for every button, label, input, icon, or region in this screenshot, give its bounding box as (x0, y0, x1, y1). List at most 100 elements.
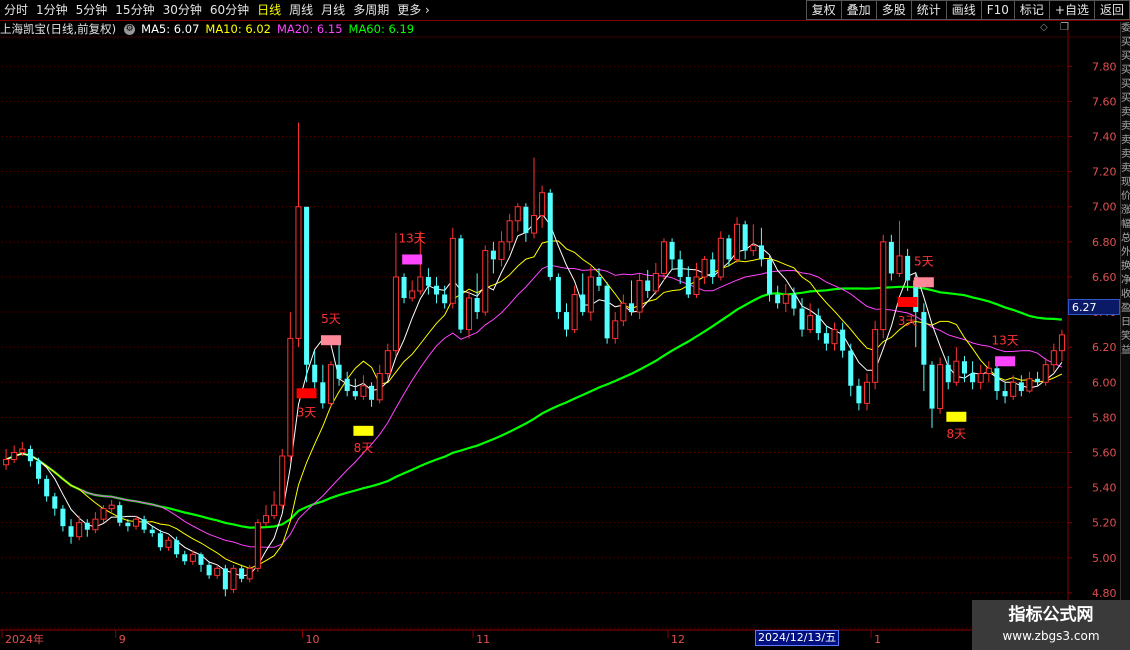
candle-body (571, 294, 578, 331)
candle-body (896, 255, 903, 274)
signal-marker-label: 3天 (297, 405, 317, 419)
tool-button-7[interactable]: +自选 (1048, 0, 1095, 20)
period-tab-9[interactable]: 多周期 (349, 0, 393, 20)
window-restore-icon[interactable]: ❐ (1060, 22, 1069, 33)
candle-body (206, 564, 212, 576)
signal-marker-label: 13天 (399, 231, 426, 245)
candle (685, 266, 691, 299)
kline-chart[interactable]: 3天5天8天13天3天5天8天13天 4.604.805.005.205.405… (0, 0, 1130, 650)
candle (384, 343, 391, 379)
signal-marker: 13天 (399, 231, 426, 265)
candle (157, 529, 163, 551)
tool-button-5[interactable]: F10 (980, 0, 1015, 20)
candle-body (977, 372, 984, 383)
candle-body (376, 372, 383, 401)
candle (352, 378, 358, 400)
candle-body (848, 350, 854, 386)
candle (872, 320, 879, 390)
signal-marker-box (946, 411, 967, 422)
candle-body (620, 302, 627, 322)
candle-body (401, 276, 407, 299)
candle (230, 564, 237, 593)
candle-body (717, 237, 724, 278)
period-tab-6[interactable]: 日线 (253, 0, 285, 20)
period-tab-10[interactable]: 更多 › (393, 0, 434, 20)
side-strip-char: 现 (1121, 177, 1130, 188)
period-tab-5[interactable]: 60分钟 (206, 0, 253, 20)
tool-button-1[interactable]: 叠加 (840, 0, 877, 20)
quote-side-strip[interactable]: 委买买买买买卖卖卖卖卖现价涨幅总外换净收盈日笑益 (1120, 22, 1130, 622)
tool-button-4[interactable]: 画线 (945, 0, 982, 20)
candle-body (791, 294, 797, 309)
side-strip-char: 卖 (1121, 149, 1130, 160)
candle-body (474, 298, 480, 313)
side-strip-char: 买 (1121, 65, 1130, 76)
candle (701, 255, 708, 284)
side-strip-char: 买 (1121, 51, 1130, 62)
tool-button-8[interactable]: 返回 (1093, 0, 1130, 20)
candle-body (3, 458, 10, 466)
y-tick-label: 7.00 (1092, 201, 1117, 214)
signal-marker-box (320, 335, 341, 346)
side-strip-char: 益 (1121, 345, 1130, 356)
candle-body (304, 206, 310, 365)
candle (880, 234, 887, 339)
candle-body (660, 241, 667, 274)
candle-body (823, 333, 829, 344)
candle-body (84, 522, 90, 530)
y-tick-label: 7.80 (1092, 60, 1117, 73)
period-tab-4[interactable]: 30分钟 (159, 0, 206, 20)
candle (239, 564, 245, 583)
period-tab-3[interactable]: 15分钟 (111, 0, 158, 20)
candle-body (815, 315, 821, 334)
signal-marker-label: 8天 (354, 441, 374, 455)
ma10-label: MA10: 6.02 (205, 22, 271, 36)
candle-body (563, 312, 570, 330)
tool-button-3[interactable]: 统计 (910, 0, 947, 20)
x-tick-label: 2024年 (5, 632, 44, 646)
side-strip-char: 盈 (1121, 303, 1130, 314)
period-tabs: 分时 1分钟 5分钟 15分钟 30分钟 60分钟 日线 周线 月线 多周期 更多 › (0, 0, 434, 20)
period-tab-1[interactable]: 1分钟 (32, 0, 72, 20)
y-tick-label: 6.80 (1092, 236, 1117, 249)
candle (905, 248, 911, 291)
candle-body (636, 279, 643, 313)
stock-title: 上海凯宝(日线,前复权) (0, 22, 117, 36)
candle (815, 308, 821, 341)
candle (645, 269, 651, 299)
candle-body (100, 508, 107, 520)
settings-icon[interactable]: ⚙ (124, 23, 136, 35)
candle-body (327, 364, 334, 404)
candle-body (352, 391, 358, 397)
period-tab-2[interactable]: 5分钟 (72, 0, 112, 20)
candle (108, 499, 115, 513)
candle (506, 213, 513, 251)
candle (1010, 375, 1017, 400)
period-tab-7[interactable]: 周线 (285, 0, 317, 20)
candle-body (189, 553, 196, 562)
candle-body (921, 312, 927, 365)
tool-button-6[interactable]: 标记 (1013, 0, 1050, 20)
candle-body (239, 568, 245, 579)
candle (977, 364, 984, 390)
signal-marker: 13天 (991, 333, 1019, 367)
candle (458, 234, 464, 334)
tool-button-0[interactable]: 复权 (805, 0, 842, 20)
candle (620, 294, 627, 327)
period-tab-0[interactable]: 分时 (0, 0, 32, 20)
candle (442, 285, 448, 309)
period-tab-8[interactable]: 月线 (317, 0, 349, 20)
moving-average-layer (5, 212, 1063, 577)
signal-marker-label: 5天 (914, 254, 934, 268)
ma5-label: MA5: 6.07 (141, 22, 200, 36)
candle (937, 357, 944, 414)
candle-body (523, 206, 529, 234)
candle (612, 312, 619, 344)
candle (782, 283, 789, 313)
candle (750, 224, 757, 256)
candle-body (320, 382, 326, 404)
candle-body (726, 238, 732, 260)
diamond-icon[interactable]: ◇ (1040, 22, 1048, 33)
candle (571, 285, 578, 334)
tool-button-2[interactable]: 多股 (875, 0, 912, 20)
